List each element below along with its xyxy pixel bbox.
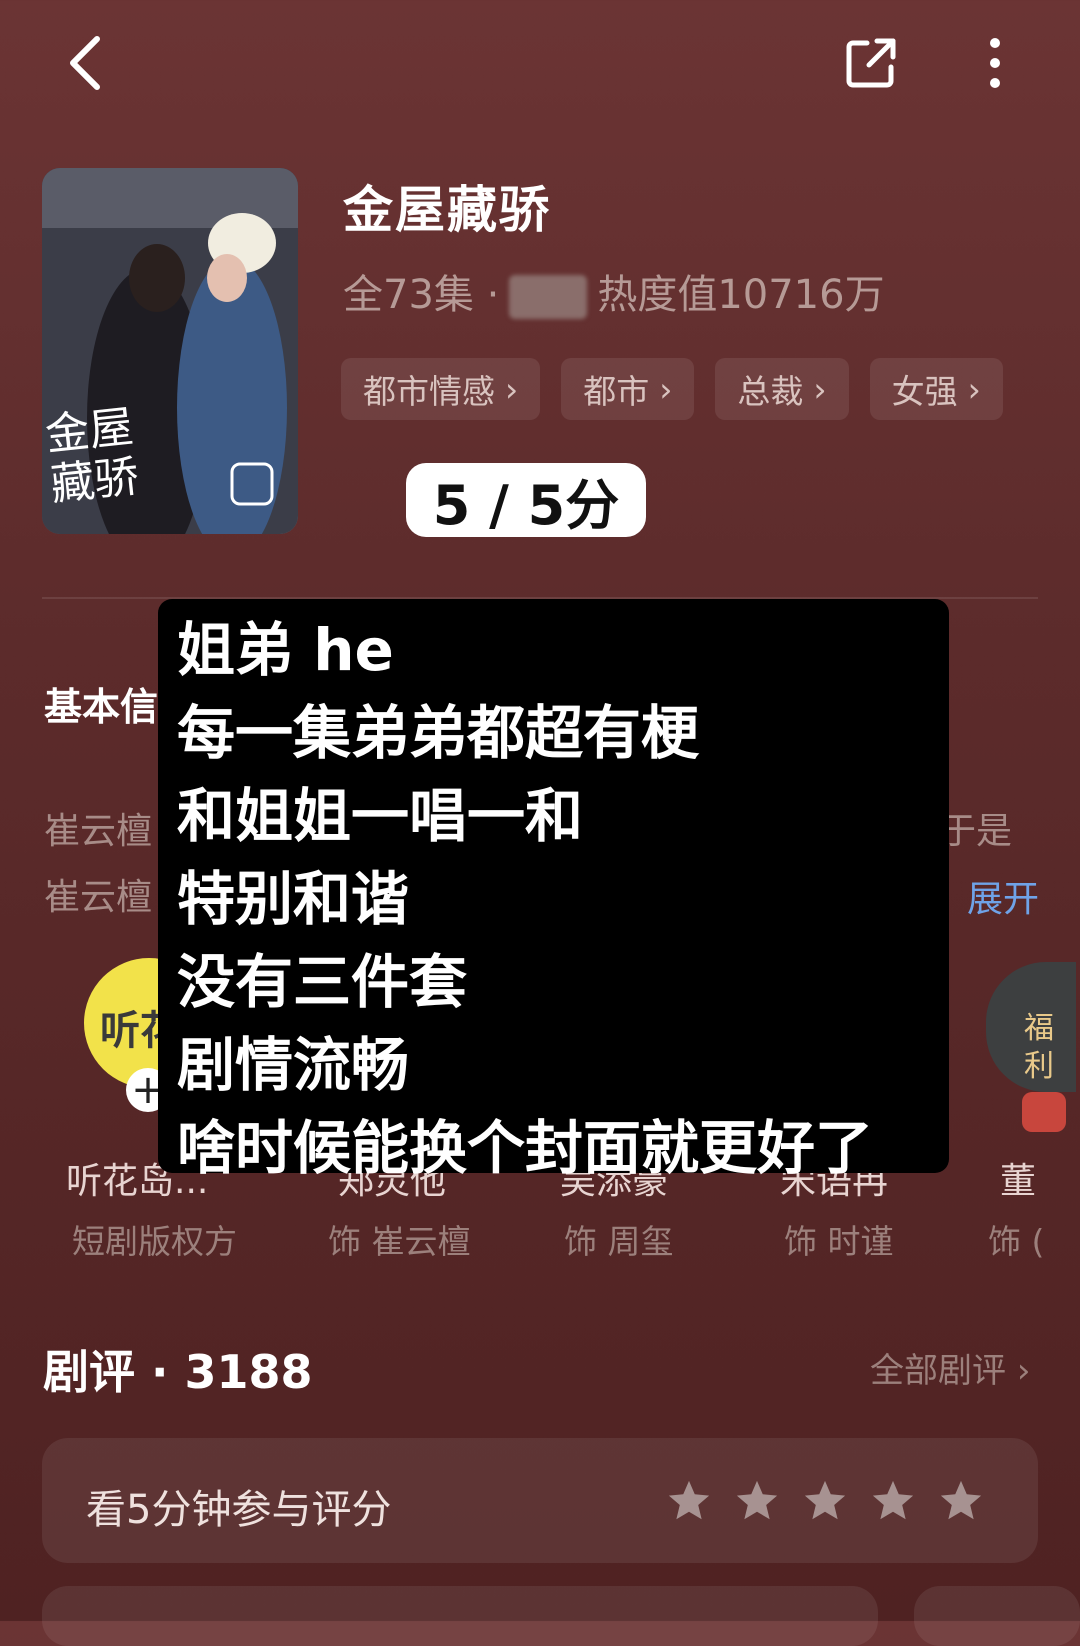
chevron-right-icon: › <box>967 369 981 409</box>
drama-title: 金屋藏骄 <box>343 181 551 239</box>
tag-item[interactable]: 都市 › <box>561 358 695 420</box>
tag-item[interactable]: 总裁 › <box>715 358 849 420</box>
note-line: 和姐姐一唱一和 <box>177 782 584 850</box>
description-line: 崔云檀 <box>44 877 153 918</box>
star-icon[interactable] <box>870 1478 916 1524</box>
review-card[interactable] <box>42 1586 878 1646</box>
welfare-badge[interactable]: 福利 <box>1024 1010 1068 1086</box>
poster-title: 金屋藏骄 <box>42 401 142 511</box>
note-line: 特别和谐 <box>177 865 410 933</box>
heat-value: 热度值10716万 <box>597 272 885 318</box>
share-button[interactable] <box>836 28 906 98</box>
cast-role: 饰 ( <box>988 1222 1045 1261</box>
note-line: 每一集弟弟都超有梗 <box>177 699 700 767</box>
cast-role: 饰 时谨 <box>784 1222 894 1261</box>
reviews-title: 剧评 · 3188 <box>43 1345 313 1399</box>
drama-meta: 全73集 · 热度值10716万 <box>343 262 885 320</box>
back-button[interactable] <box>50 28 120 98</box>
chevron-right-icon: › <box>505 369 519 409</box>
episode-count: 全73集 · <box>343 272 500 318</box>
description-line: 于是 <box>940 811 1013 852</box>
red-envelope-icon[interactable] <box>1022 1092 1066 1132</box>
note-line: 没有三件套 <box>177 948 468 1016</box>
description-line: 崔云檀 <box>44 811 153 852</box>
tag-item[interactable]: 都市情感 › <box>341 358 541 420</box>
star-icon[interactable] <box>734 1478 780 1524</box>
tag-item[interactable]: 女强 › <box>869 358 1003 420</box>
rating-sticker: 5 / 5分 <box>406 463 646 537</box>
chevron-left-icon <box>70 36 100 90</box>
expand-link[interactable]: 展开 <box>967 870 1039 922</box>
note-line: 剧情流畅 <box>177 1031 410 1099</box>
all-reviews-link[interactable]: 全部剧评 › <box>870 1343 1030 1392</box>
cast-name: 董 <box>1000 1161 1037 1202</box>
note-line: 姐弟 he <box>177 616 394 684</box>
chevron-right-icon: › <box>813 369 827 409</box>
star-icon[interactable] <box>802 1478 848 1524</box>
star-icon[interactable] <box>666 1478 712 1524</box>
more-vertical-icon <box>990 38 1000 88</box>
chevron-right-icon: › <box>659 369 673 409</box>
star-icon[interactable] <box>938 1478 984 1524</box>
cast-role: 饰 崔云檀 <box>328 1222 471 1261</box>
more-button[interactable] <box>960 28 1030 98</box>
drama-poster[interactable]: 金屋藏骄 <box>42 168 298 534</box>
note-line: 啥时候能换个封面就更好了 <box>177 1114 874 1182</box>
cast-role: 饰 周玺 <box>564 1222 674 1261</box>
review-card[interactable] <box>914 1586 1080 1646</box>
redacted-block <box>509 275 588 319</box>
chevron-right-icon: › <box>1016 1351 1031 1391</box>
tag-list: 都市情感 › 都市 › 总裁 › 女强 › <box>341 358 1003 420</box>
cast-role: 短剧版权方 <box>72 1222 237 1261</box>
basic-info-title: 基本信 <box>44 685 159 729</box>
share-icon <box>846 38 896 88</box>
note-overlay: 姐弟 he 每一集弟弟都超有梗 和姐姐一唱一和 特别和谐 没有三件套 剧情流畅 … <box>158 599 949 1182</box>
rate-prompt: 看5分钟参与评分 <box>86 1487 392 1533</box>
